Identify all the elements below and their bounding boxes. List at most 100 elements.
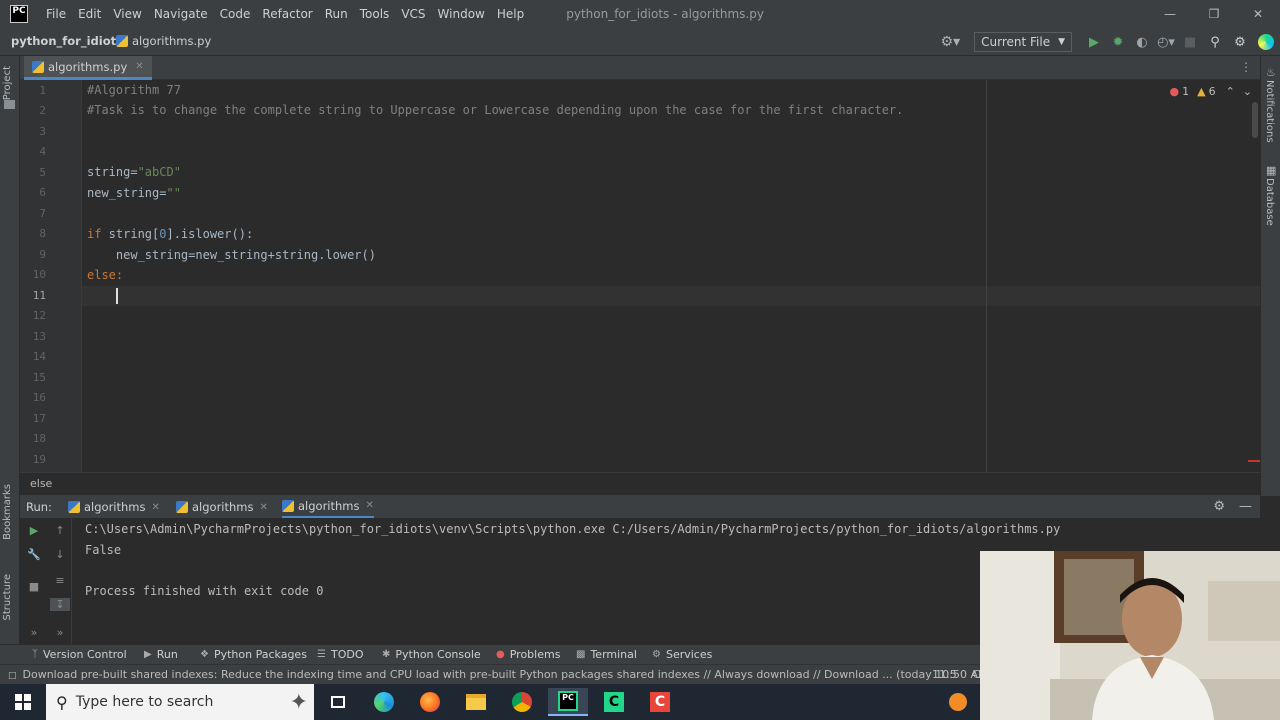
close-tab-icon[interactable]: ✕	[135, 61, 143, 72]
line-number: 4	[39, 145, 46, 158]
run-icon[interactable]: ▶	[1082, 35, 1106, 50]
settings-icon[interactable]: ⚙	[1228, 35, 1252, 50]
chrome-icon[interactable]	[502, 688, 542, 716]
scroll-to-end-icon[interactable]: ↧	[50, 598, 70, 611]
menu-tools[interactable]: Tools	[354, 7, 396, 21]
breadcrumb-else[interactable]: else	[30, 477, 52, 490]
line-number: 10	[32, 268, 46, 281]
tool-version-control[interactable]: ᛉ Version Control	[32, 648, 127, 661]
coverage-icon[interactable]: ◐	[1130, 35, 1154, 50]
chevron-up-icon[interactable]: ⌃	[1226, 85, 1235, 98]
close-tab-icon[interactable]: ✕	[260, 502, 268, 513]
identifier: new_string=	[87, 186, 167, 200]
restore-icon[interactable]: ❐	[1192, 0, 1236, 28]
tool-python-packages[interactable]: ❖ Python Packages	[200, 648, 307, 661]
database-tool-button[interactable]: Database	[1264, 178, 1275, 226]
wrench-icon[interactable]: 🔧	[24, 548, 44, 561]
tool-problems[interactable]: ● Problems	[496, 648, 560, 661]
structure-tool-button[interactable]: Structure	[2, 574, 13, 621]
notifications-tool-button[interactable]: Notifications	[1264, 80, 1275, 143]
line-number: 13	[32, 330, 46, 343]
run-configuration-label: Current File	[981, 35, 1051, 49]
tool-python-console[interactable]: ✱ Python Console	[382, 648, 481, 661]
menu-refactor[interactable]: Refactor	[256, 7, 318, 21]
code-editor[interactable]: 1 2 3 4 5 6 7 8 9 10 11 12 13 14 15 16 1…	[20, 80, 1260, 472]
code-line-8: if string[0].islower():	[87, 224, 253, 244]
close-tab-icon[interactable]: ✕	[366, 500, 374, 511]
debug-icon[interactable]: ✹	[1106, 35, 1130, 50]
tool-services[interactable]: ⚙ Services	[652, 648, 712, 661]
menu-file[interactable]: File	[40, 7, 72, 21]
status-message[interactable]: □ Download pre-built shared indexes: Redu…	[8, 668, 992, 681]
code-line-2: #Task is to change the complete string t…	[87, 100, 903, 120]
console-line: C:\Users\Admin\PycharmProjects\python_fo…	[85, 522, 1061, 536]
profile-icon[interactable]: ◴▾	[1154, 35, 1178, 50]
more-right-icon[interactable]: »	[50, 626, 70, 639]
project-tool-button[interactable]: Project	[2, 66, 13, 100]
menu-view[interactable]: View	[107, 7, 147, 21]
scroll-down-icon[interactable]: ↓	[50, 548, 70, 561]
code-line-6: new_string=""	[87, 183, 181, 203]
menu-window[interactable]: Window	[432, 7, 491, 21]
line-number: 3	[39, 125, 46, 138]
clion-green-icon[interactable]: C	[594, 688, 634, 716]
hide-panel-icon[interactable]: —	[1239, 499, 1252, 514]
error-stripe-marker[interactable]	[1248, 460, 1260, 462]
task-view-icon[interactable]	[318, 688, 358, 716]
bookmarks-tool-button[interactable]: Bookmarks	[2, 484, 13, 540]
run-configuration-select[interactable]: Current File ▼	[974, 32, 1072, 52]
menu-code[interactable]: Code	[214, 7, 257, 21]
firefox-icon[interactable]	[410, 688, 450, 716]
close-tab-icon[interactable]: ✕	[152, 502, 160, 513]
run-panel-label: Run:	[26, 500, 52, 514]
tool-todo[interactable]: ☰ TODO	[317, 648, 363, 661]
more-left-icon[interactable]: »	[24, 626, 44, 639]
menu-edit[interactable]: Edit	[72, 7, 107, 21]
editor-scrollbar[interactable]	[1252, 102, 1258, 138]
right-tool-strip: ♨ Notifications ▦ Database	[1260, 56, 1280, 496]
notification-tray-icon[interactable]	[940, 688, 976, 716]
tab-algorithms-py[interactable]: algorithms.py ✕	[24, 56, 152, 80]
stop-icon[interactable]: ■	[24, 580, 44, 593]
tool-label: Version Control	[43, 648, 127, 661]
breadcrumb-file[interactable]: algorithms.py	[116, 34, 211, 48]
console-line: False	[85, 543, 122, 557]
settings-icon[interactable]: ⚙	[1213, 499, 1225, 514]
toggle-tool-windows-icon[interactable]: □	[8, 671, 17, 681]
menu-navigate[interactable]: Navigate	[148, 7, 214, 21]
taskbar-search-input[interactable]: ⚲ Type here to search ✦	[46, 684, 314, 720]
stop-icon[interactable]: ■	[1178, 35, 1202, 50]
file-explorer-icon[interactable]	[456, 688, 496, 716]
menu-run[interactable]: Run	[319, 7, 354, 21]
notifications-bell-icon: ♨	[1266, 66, 1276, 79]
menu-help[interactable]: Help	[491, 7, 530, 21]
tool-run[interactable]: ▶ Run	[144, 648, 178, 661]
run-tab-label: algorithms	[298, 498, 360, 513]
app-red-icon[interactable]: C	[640, 688, 680, 716]
rerun-icon[interactable]: ▶	[24, 524, 44, 537]
run-tab-2[interactable]: algorithms ✕	[176, 495, 268, 519]
scroll-up-icon[interactable]: ↑	[50, 524, 70, 537]
minimize-icon[interactable]: —	[1148, 0, 1192, 28]
line-number: 2	[39, 104, 46, 117]
tool-terminal[interactable]: ▩ Terminal	[576, 648, 637, 661]
run-tab-3[interactable]: algorithms ✕	[282, 495, 374, 519]
close-icon[interactable]: ✕	[1236, 0, 1280, 28]
run-tab-1[interactable]: algorithms ✕	[68, 495, 160, 519]
search-icon[interactable]: ⚲	[1202, 35, 1228, 50]
menu-vcs[interactable]: VCS	[395, 7, 431, 21]
edge-browser-icon[interactable]	[364, 688, 404, 716]
code-line-9: new_string=new_string+string.lower()	[87, 245, 376, 265]
soft-wrap-icon[interactable]: ≡	[50, 574, 70, 587]
windows-start-icon[interactable]	[0, 684, 46, 720]
chevron-down-icon[interactable]: ⌄	[1243, 85, 1252, 98]
app-logo-icon	[1252, 34, 1280, 50]
user-icon[interactable]: ⚙▾	[941, 34, 961, 50]
inspection-widget[interactable]: ● 1 ▲ 6 ⌃ ⌄	[1169, 85, 1252, 98]
more-tabs-icon[interactable]: ⋮	[1240, 60, 1252, 74]
breadcrumb-project[interactable]: python_for_idiots	[11, 34, 123, 48]
run-tab-label: algorithms	[84, 500, 146, 514]
todo-icon: ☰	[317, 649, 326, 660]
identifier: string=	[87, 165, 138, 179]
pycharm-taskbar-icon[interactable]: PC	[548, 688, 588, 716]
